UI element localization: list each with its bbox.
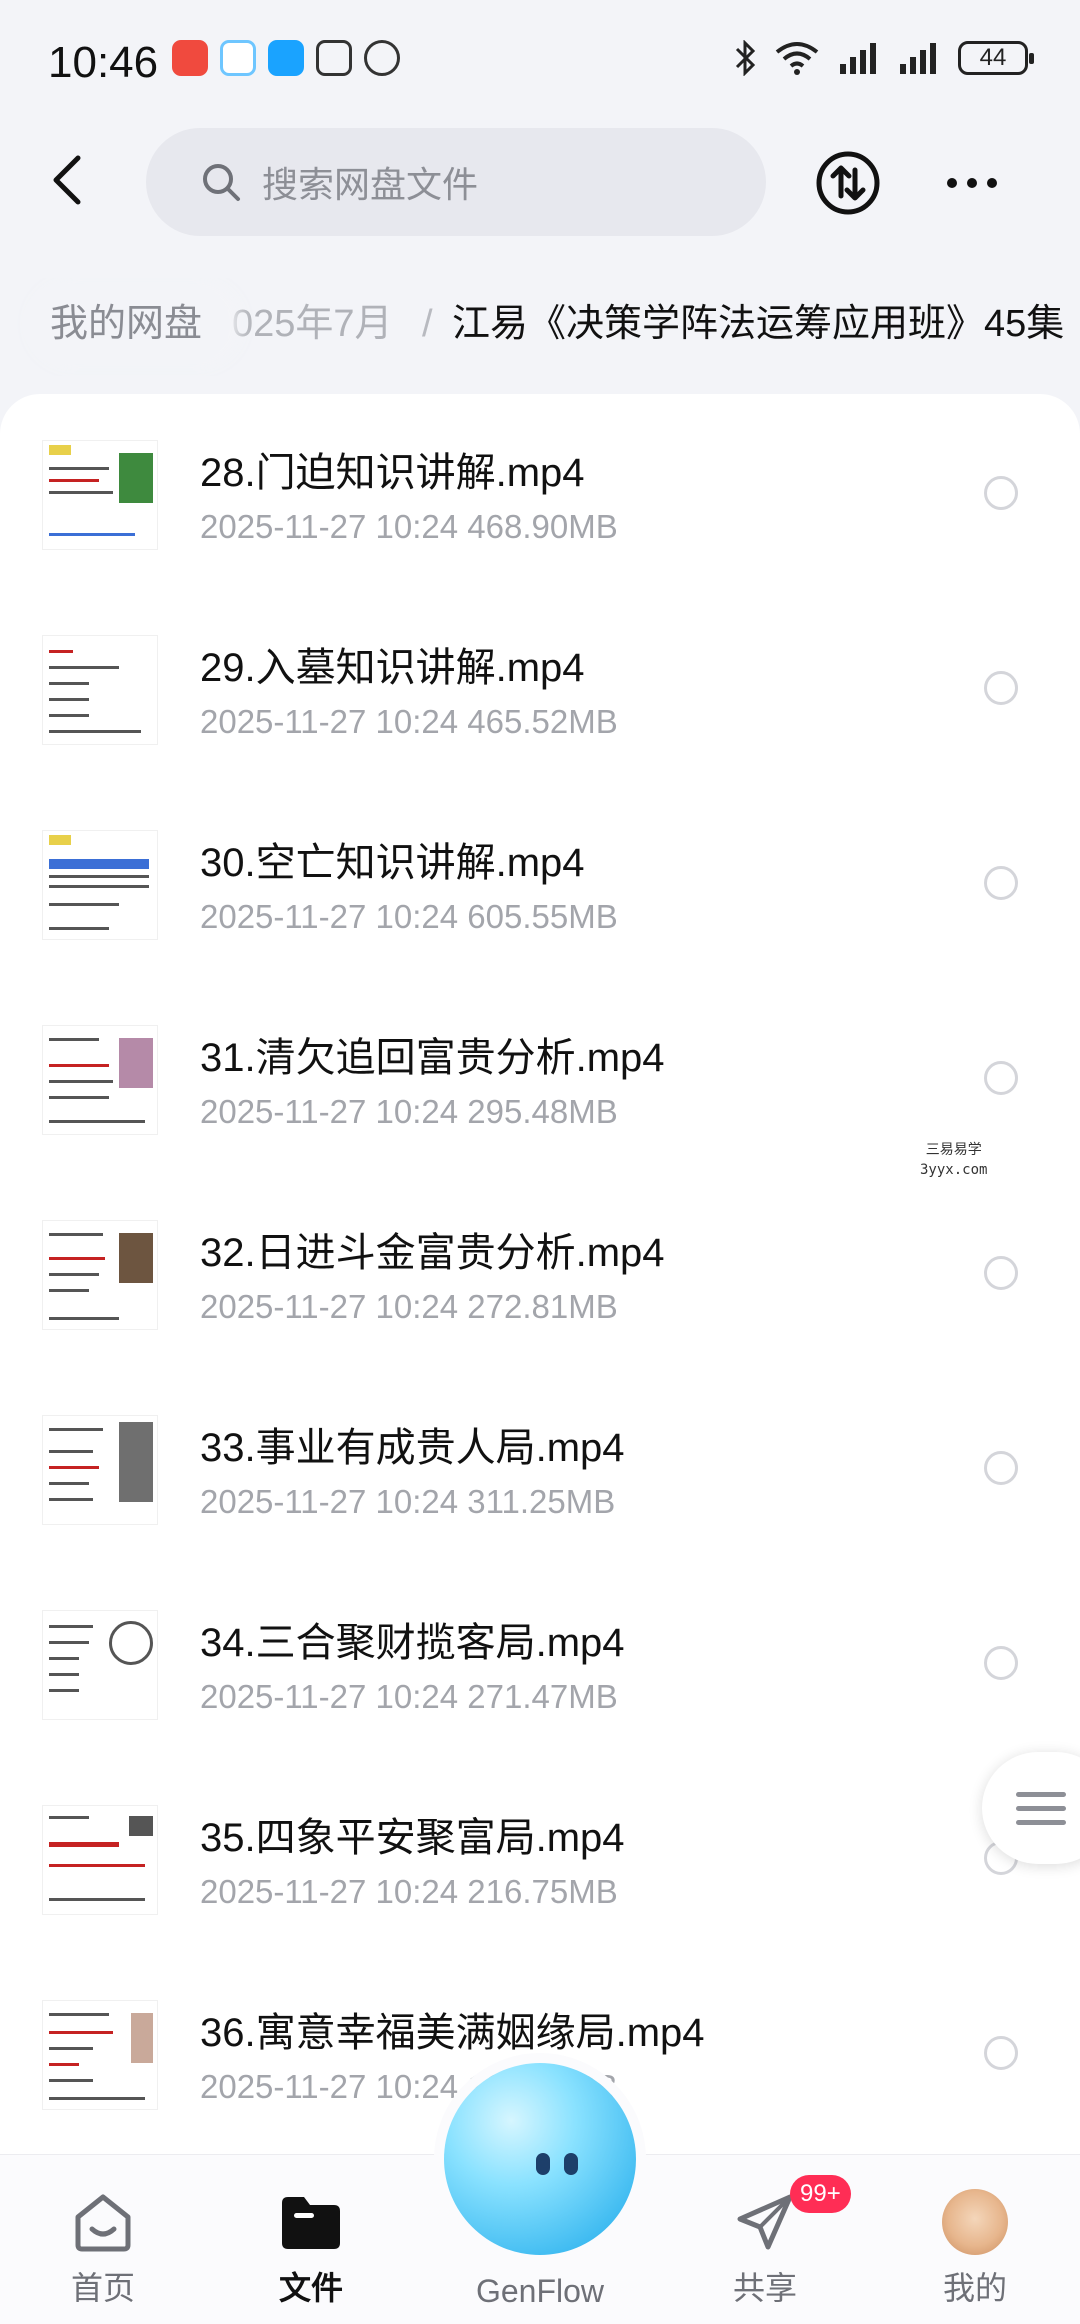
status-time: 10:46 <box>48 38 159 87</box>
folder-icon <box>282 2197 340 2249</box>
status-bar: 10:46 44 <box>0 0 1080 128</box>
file-name: 28.门迫知识讲解.mp4 <box>200 451 585 495</box>
file-name: 32.日进斗金富贵分析.mp4 <box>200 1231 665 1275</box>
video-thumbnail <box>42 830 158 940</box>
cloud-notification-icon <box>220 40 256 76</box>
top-bar: 搜索网盘文件 <box>0 128 1080 238</box>
genflow-mascot-button[interactable] <box>444 2063 636 2255</box>
bottom-navigation: 首页 文件 GenFlow 共享 99+ 我的 <box>0 2063 1080 2324</box>
mascot-eye-icon <box>536 2153 550 2175</box>
file-meta: 2025-11-27 10:24 216.75MB <box>200 1873 618 1910</box>
video-thumbnail <box>42 1610 158 1720</box>
nav-mine[interactable]: 我的 <box>910 2189 1040 2309</box>
app-notification-icon <box>172 40 208 76</box>
bluetooth-icon <box>735 40 756 76</box>
breadcrumb-home[interactable]: 我的网盘 <box>22 284 231 364</box>
menu-line-icon <box>1016 1792 1066 1797</box>
nfc-icon <box>316 40 352 76</box>
menu-line-icon <box>1016 1820 1066 1825</box>
select-radio[interactable] <box>984 476 1018 510</box>
file-row[interactable]: 33.事业有成贵人局.mp4 2025-11-27 10:24 311.25MB <box>0 1389 1080 1584</box>
avatar <box>942 2189 1008 2255</box>
select-radio[interactable] <box>984 671 1018 705</box>
breadcrumb-folder[interactable]: 025年7月 <box>232 284 393 364</box>
breadcrumb-separator: / <box>422 303 433 345</box>
transfer-icon[interactable] <box>815 150 881 216</box>
more-options-icon[interactable] <box>940 158 1004 208</box>
file-meta: 2025-11-27 10:24 465.52MB <box>200 703 618 740</box>
file-row[interactable]: 28.门迫知识讲解.mp4 2025-11-27 10:24 468.90MB <box>0 414 1080 609</box>
signal-icon-2 <box>900 43 936 74</box>
nav-share-label: 共享 <box>732 2270 797 2306</box>
file-row[interactable]: 35.四象平安聚富局.mp4 2025-11-27 10:24 216.75MB <box>0 1779 1080 1974</box>
file-meta: 2025-11-27 10:24 295.48MB <box>200 1093 618 1130</box>
signal-icon <box>840 43 876 74</box>
system-icons: 44 <box>734 40 1034 76</box>
file-meta: 2025-11-27 10:24 272.81MB <box>200 1288 618 1325</box>
nav-files[interactable]: 文件 <box>246 2189 376 2309</box>
watermark-title: 三易易学 <box>925 1142 982 1158</box>
search-icon <box>203 164 240 201</box>
select-radio[interactable] <box>984 1256 1018 1290</box>
file-row[interactable]: 29.入墓知识讲解.mp4 2025-11-27 10:24 465.52MB <box>0 609 1080 804</box>
mascot-eye-icon <box>564 2153 578 2175</box>
nav-genflow-label[interactable]: GenFlow <box>430 2273 650 2310</box>
file-name: 36.寓意幸福美满姻缘局.mp4 <box>200 2011 705 2055</box>
search-placeholder: 搜索网盘文件 <box>262 164 479 205</box>
file-name: 31.清欠追回富贵分析.mp4 <box>200 1036 665 1080</box>
video-thumbnail <box>42 2000 158 2110</box>
select-radio[interactable] <box>984 1451 1018 1485</box>
file-row[interactable]: 31.清欠追回富贵分析.mp4 2025-11-27 10:24 295.48M… <box>0 999 1080 1194</box>
video-thumbnail <box>42 1025 158 1135</box>
select-radio[interactable] <box>984 866 1018 900</box>
file-meta: 2025-11-27 10:24 271.47MB <box>200 1678 618 1715</box>
select-radio[interactable] <box>984 2036 1018 2070</box>
file-meta: 2025-11-27 10:24 605.55MB <box>200 898 618 935</box>
nav-files-label: 文件 <box>278 2270 343 2306</box>
watermark: 三易易学 3yyx.com <box>920 1140 987 1180</box>
file-row[interactable]: 30.空亡知识讲解.mp4 2025-11-27 10:24 605.55MB <box>0 804 1080 999</box>
notification-icons <box>172 40 400 76</box>
select-radio[interactable] <box>984 1646 1018 1680</box>
watermark-url: 3yyx.com <box>920 1162 988 1178</box>
file-name: 33.事业有成贵人局.mp4 <box>200 1426 625 1470</box>
video-thumbnail <box>42 440 158 550</box>
file-name: 29.入墓知识讲解.mp4 <box>200 646 585 690</box>
menu-line-icon <box>1016 1806 1066 1811</box>
file-name: 30.空亡知识讲解.mp4 <box>200 841 585 885</box>
video-thumbnail <box>42 1805 158 1915</box>
breadcrumb: 025年7月 / 江易《决策学阵法运筹应用班》45集 我的网盘 <box>0 278 1080 376</box>
nav-home[interactable]: 首页 <box>38 2189 168 2309</box>
file-list: 28.门迫知识讲解.mp4 2025-11-27 10:24 468.90MB … <box>0 394 1080 2154</box>
alarm-icon <box>364 40 400 76</box>
video-thumbnail <box>42 635 158 745</box>
search-app-notification-icon <box>268 40 304 76</box>
select-radio[interactable] <box>984 1061 1018 1095</box>
wifi-icon <box>775 42 819 75</box>
file-row[interactable]: 34.三合聚财揽客局.mp4 2025-11-27 10:24 271.47MB <box>0 1584 1080 1779</box>
battery-icon: 44 <box>958 41 1034 75</box>
video-thumbnail <box>42 1415 158 1525</box>
nav-home-label: 首页 <box>70 2270 135 2306</box>
back-arrow-icon[interactable] <box>40 150 100 210</box>
video-thumbnail <box>42 1220 158 1330</box>
breadcrumb-current: 江易《决策学阵法运筹应用班》45集 <box>452 303 1065 345</box>
file-meta: 2025-11-27 10:24 311.25MB <box>200 1483 616 1520</box>
file-name: 35.四象平安聚富局.mp4 <box>200 1816 625 1860</box>
paper-plane-icon <box>737 2194 793 2250</box>
file-row[interactable]: 32.日进斗金富贵分析.mp4 2025-11-27 10:24 272.81M… <box>0 1194 1080 1389</box>
file-meta: 2025-11-27 10:24 468.90MB <box>200 508 618 545</box>
nav-mine-label: 我的 <box>942 2270 1007 2306</box>
share-badge: 99+ <box>790 2175 851 2213</box>
home-icon <box>75 2194 131 2252</box>
file-name: 34.三合聚财揽客局.mp4 <box>200 1621 625 1665</box>
search-input[interactable]: 搜索网盘文件 <box>146 128 766 236</box>
